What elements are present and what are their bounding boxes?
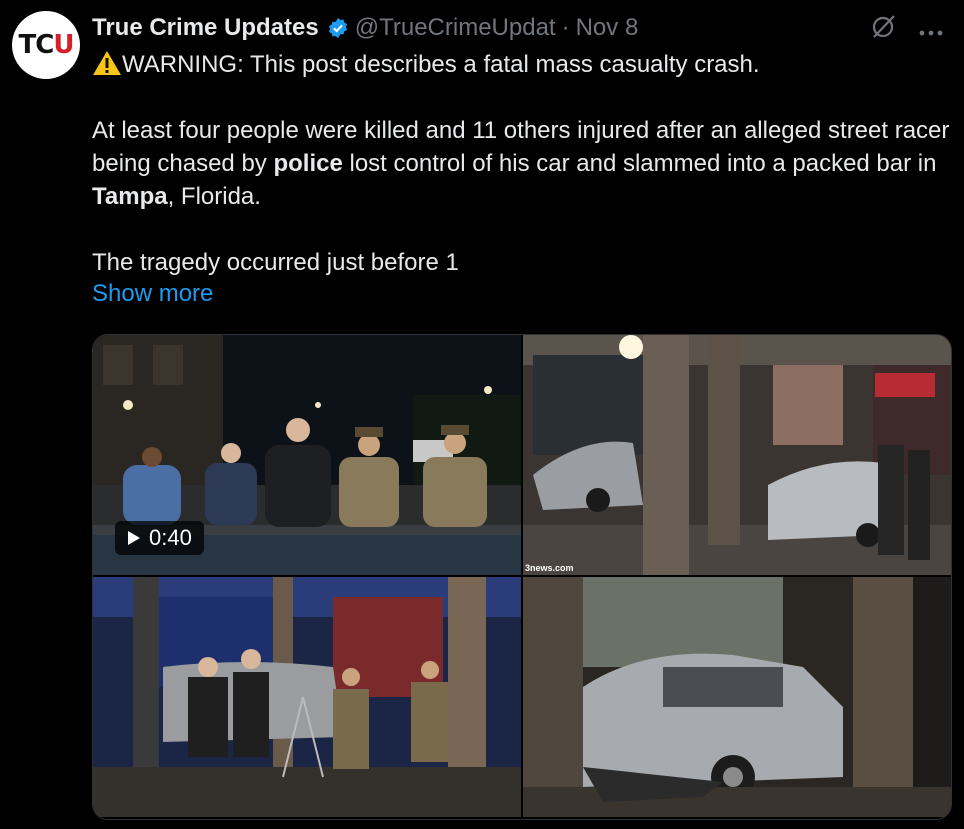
warning-line: WARNING: This post describes a fatal mas… bbox=[92, 48, 952, 81]
avatar[interactable]: TCU bbox=[12, 11, 80, 79]
media-grid: 0:40 3news.com bbox=[92, 334, 952, 820]
separator-dot: · bbox=[561, 14, 570, 41]
post-date[interactable]: Nov 8 bbox=[576, 14, 639, 42]
warning-icon bbox=[92, 51, 122, 78]
media-photo-police-at-scene[interactable] bbox=[93, 577, 521, 817]
more-icon[interactable] bbox=[918, 16, 944, 44]
show-more-link[interactable]: Show more bbox=[92, 280, 213, 308]
handle[interactable]: @TrueCrimeUpdat bbox=[355, 14, 556, 42]
warning-text: WARNING: This post describes a fatal mas… bbox=[122, 51, 760, 78]
display-name[interactable]: True Crime Updates bbox=[92, 14, 319, 42]
avatar-logo: TCU bbox=[18, 30, 75, 60]
body-paragraph-2: The tragedy occurred just before 1 bbox=[92, 249, 459, 276]
grok-icon[interactable] bbox=[870, 12, 898, 47]
watermark: 3news.com bbox=[525, 563, 574, 573]
video-duration-badge: 0:40 bbox=[115, 521, 204, 555]
video-duration: 0:40 bbox=[149, 525, 192, 550]
play-icon bbox=[127, 530, 141, 546]
media-video-press-conference[interactable]: 0:40 bbox=[93, 335, 521, 575]
media-photo-crashed-car[interactable] bbox=[523, 577, 951, 817]
verified-badge-icon[interactable] bbox=[327, 17, 349, 39]
body-paragraph-1: At least four people were killed and 11 … bbox=[92, 117, 950, 210]
tweet-text: WARNING: This post describes a fatal mas… bbox=[92, 48, 952, 279]
tweet-header: True Crime Updates @TrueCrimeUpdat · Nov… bbox=[92, 12, 944, 44]
media-photo-crash-scene-1[interactable]: 3news.com bbox=[523, 335, 951, 575]
